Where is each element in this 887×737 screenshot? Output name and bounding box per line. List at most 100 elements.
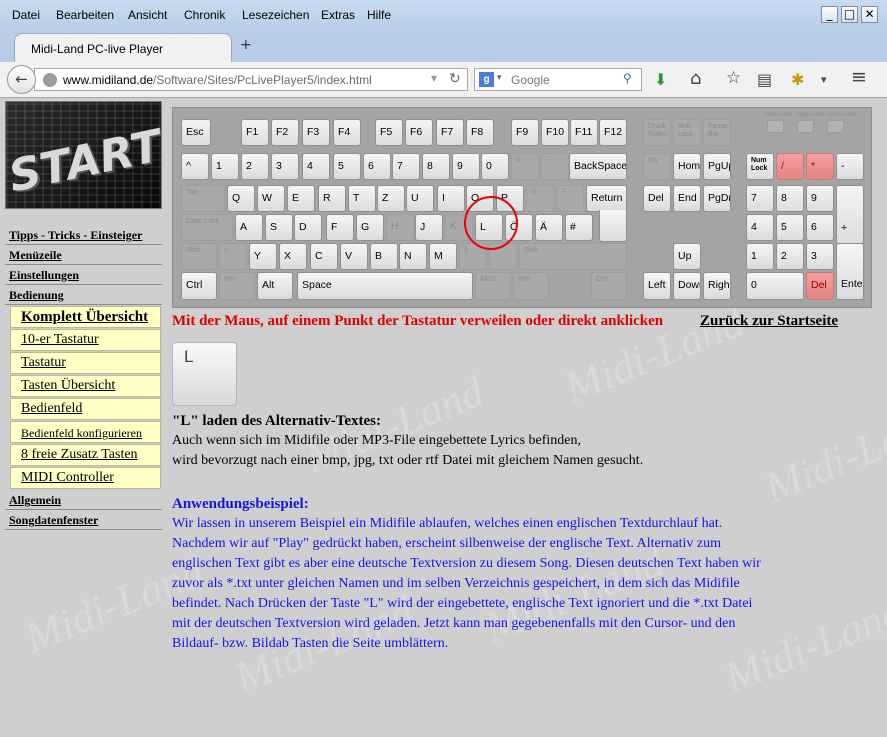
key-c[interactable]: C	[310, 243, 338, 270]
key-d[interactable]: D	[294, 214, 322, 241]
key-i[interactable]: I	[437, 185, 465, 212]
key-8[interactable]: 8	[422, 153, 450, 180]
key-f10[interactable]: F10	[541, 119, 569, 146]
sidebar-item-tipps[interactable]: Tipps - Tricks - Einsteiger	[5, 225, 162, 245]
key-num-plus[interactable]: +	[836, 185, 864, 244]
key-backspace[interactable]: BackSpace	[569, 153, 627, 180]
key-w[interactable]: W	[257, 185, 285, 212]
key-num-multiply[interactable]: *	[806, 153, 834, 180]
key-num-6[interactable]: 6	[806, 214, 834, 241]
key-f5[interactable]: F5	[375, 119, 403, 146]
key-right[interactable]: Right	[703, 272, 731, 300]
key-ue[interactable]: Ü	[526, 185, 554, 212]
key-caret[interactable]: ^	[181, 153, 209, 180]
menu-bearbeiten[interactable]: Bearbeiten	[56, 8, 114, 22]
key-num-2[interactable]: 2	[776, 243, 804, 270]
menu-ansicht[interactable]: Ansicht	[128, 8, 167, 22]
key-g[interactable]: G	[356, 214, 384, 241]
key-num-3[interactable]: 3	[806, 243, 834, 270]
key-f7[interactable]: F7	[436, 119, 464, 146]
key-num-enter[interactable]: Enter	[836, 243, 864, 300]
search-input[interactable]: g ▾ Google ⚲	[474, 68, 642, 91]
new-tab-button[interactable]: +	[240, 37, 252, 53]
toolbar-dropdown-icon[interactable]: ▾	[821, 73, 827, 86]
key-shift-left[interactable]: Shift	[181, 243, 217, 270]
key-acute[interactable]: ´	[541, 153, 569, 180]
key-f1[interactable]: F1	[241, 119, 269, 146]
search-magnifier-icon[interactable]: ⚲	[623, 71, 632, 85]
key-num-minus[interactable]: -	[836, 153, 864, 180]
key-2[interactable]: 2	[241, 153, 269, 180]
key-end[interactable]: End	[673, 185, 701, 212]
minimize-button[interactable]: _	[821, 6, 838, 23]
key-h[interactable]: H	[386, 214, 414, 241]
key-ae[interactable]: Ä	[535, 214, 563, 241]
key-return[interactable]: Return	[586, 185, 627, 212]
key-b[interactable]: B	[370, 243, 398, 270]
tab-midi-land[interactable]: Midi-Land PC-live Player	[14, 33, 232, 62]
key-home[interactable]: Home	[673, 153, 701, 180]
key-f2[interactable]: F2	[271, 119, 299, 146]
sidebar-sub-bedienfeld-konfigurieren[interactable]: Bedienfeld konfigurieren	[10, 421, 161, 443]
key-4[interactable]: 4	[302, 153, 330, 180]
url-dropdown-icon[interactable]: ▾	[431, 71, 437, 85]
key-f11[interactable]: F11	[570, 119, 598, 146]
sidebar-item-bedienung[interactable]: Bedienung	[5, 285, 162, 305]
menu-datei[interactable]: Datei	[12, 8, 40, 22]
key-6[interactable]: 6	[363, 153, 391, 180]
key-x[interactable]: X	[279, 243, 307, 270]
key-pause[interactable]: Pause Brk	[703, 119, 731, 146]
key-druck[interactable]: Druck Rollen	[643, 119, 671, 146]
key-pgdn[interactable]: PgDn	[703, 185, 731, 212]
key-num-1[interactable]: 1	[746, 243, 774, 270]
key-num-del[interactable]: Del	[806, 272, 834, 300]
sidebar-sub-zusatz-tasten[interactable]: 8 freie Zusatz Tasten	[10, 444, 161, 466]
sidebar-sub-tastatur[interactable]: Tastatur	[10, 352, 161, 374]
key-ins[interactable]: Ins	[643, 153, 671, 180]
key-num-4[interactable]: 4	[746, 214, 774, 241]
key-win-right[interactable]: Win	[513, 272, 549, 300]
key-sz[interactable]: ß	[511, 153, 539, 180]
key-f4[interactable]: F4	[333, 119, 361, 146]
key-roll[interactable]: Roll Lock	[673, 119, 701, 146]
key-5[interactable]: 5	[333, 153, 361, 180]
key-a[interactable]: A	[235, 214, 263, 241]
key-tab[interactable]: Tab	[181, 185, 225, 212]
key-num-0[interactable]: 0	[746, 272, 804, 300]
key-u[interactable]: U	[406, 185, 434, 212]
sidebar-item-songdatenfenster[interactable]: Songdatenfenster	[5, 510, 162, 530]
key-win-left[interactable]: Win	[219, 272, 255, 300]
key-del[interactable]: Del	[643, 185, 671, 212]
key-ctrl-left[interactable]: Ctrl	[181, 272, 217, 300]
key-shift-right[interactable]: Shift	[519, 243, 627, 270]
key-pgup[interactable]: PgUp	[703, 153, 731, 180]
key-f8[interactable]: F8	[466, 119, 494, 146]
key-f[interactable]: F	[326, 214, 354, 241]
key-0[interactable]: 0	[481, 153, 509, 180]
menu-lesezeichen[interactable]: Lesezeichen	[242, 8, 309, 22]
key-hash[interactable]: #	[565, 214, 593, 241]
key-num-8[interactable]: 8	[776, 185, 804, 212]
key-f3[interactable]: F3	[302, 119, 330, 146]
bookmarks-list-icon[interactable]: ▤	[757, 70, 772, 89]
key-return-lower[interactable]	[599, 210, 627, 242]
key-r[interactable]: R	[318, 185, 346, 212]
key-num-divide[interactable]: /	[776, 153, 804, 180]
sidebar-sub-10er-tastatur[interactable]: 10-er Tastatur	[10, 329, 161, 351]
sidebar-item-einstellungen[interactable]: Einstellungen	[5, 265, 162, 285]
key-ctrl-right[interactable]: Ctrl	[591, 272, 627, 300]
key-alt[interactable]: Alt	[257, 272, 293, 300]
menu-chronik[interactable]: Chronik	[184, 8, 225, 22]
key-left[interactable]: Left	[643, 272, 671, 300]
reload-icon[interactable]: ↻	[449, 70, 461, 87]
sidebar-sub-tasten-uebersicht[interactable]: Tasten Übersicht	[10, 375, 161, 397]
hamburger-menu-icon[interactable]: ≡	[851, 66, 867, 88]
bookmark-star-icon[interactable]: ☆	[726, 68, 741, 88]
key-plus[interactable]: +	[556, 185, 584, 212]
key-q[interactable]: Q	[227, 185, 255, 212]
key-num-5[interactable]: 5	[776, 214, 804, 241]
home-icon[interactable]: ⌂	[690, 68, 701, 89]
key-j[interactable]: J	[415, 214, 443, 241]
key-numlock[interactable]: Num Lock	[746, 153, 774, 180]
key-esc[interactable]: Esc	[181, 119, 211, 146]
